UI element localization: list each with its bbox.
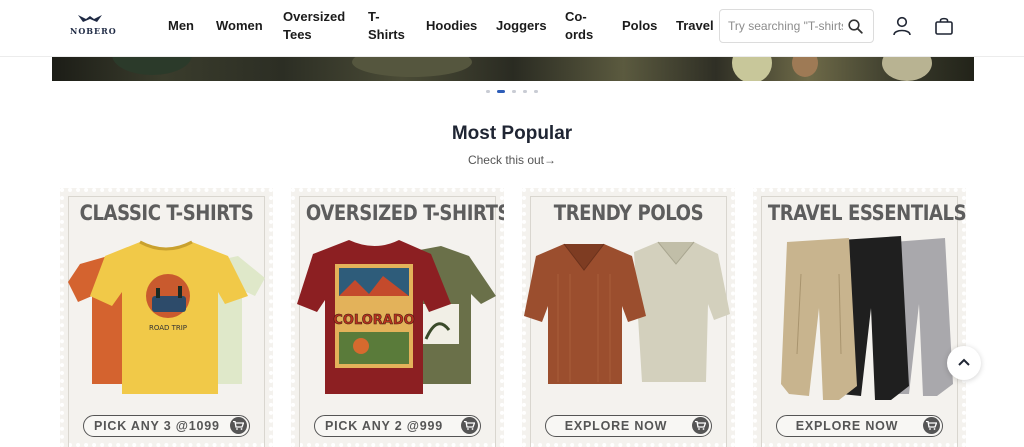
carousel-dot[interactable] — [486, 90, 490, 93]
nav-item-travel[interactable]: Travel — [676, 17, 714, 35]
cta-button[interactable]: PICK ANY 3 @1099 — [83, 415, 250, 437]
cart-icon — [461, 417, 478, 434]
category-card-oversized-tshirts[interactable]: OVERSIZED T-SHIRTS COLORADO PICK ANY 2 @… — [291, 188, 504, 447]
carousel-indicators — [486, 90, 546, 95]
joggers-image — [781, 236, 953, 400]
nav-item-men[interactable]: Men — [168, 17, 194, 35]
tshirts-image: ROAD TRIP — [68, 240, 265, 394]
card-title: TRENDY POLOS — [553, 201, 704, 225]
carousel-dot-active[interactable] — [497, 90, 505, 93]
carousel-dot[interactable] — [512, 90, 516, 93]
nav-item-joggers[interactable]: Joggers — [496, 17, 547, 35]
cta-label: EXPLORE NOW — [795, 419, 899, 433]
section-subtitle-link[interactable]: Check this out→ — [0, 153, 1024, 167]
oversized-tshirts-image: COLORADO — [297, 240, 496, 394]
card-title: OVERSIZED T-SHIRTS — [305, 201, 504, 225]
hero-banner-image[interactable] — [52, 57, 974, 81]
svg-text:ROAD TRIP: ROAD TRIP — [149, 324, 187, 332]
category-card-travel-essentials[interactable]: TRAVEL ESSENTIALS EXPLORE NOW — [753, 188, 966, 447]
cta-label: PICK ANY 3 @1099 — [94, 419, 220, 433]
shopping-bag-icon[interactable] — [934, 16, 954, 36]
nav-item-co-ords[interactable]: Co-ords — [565, 8, 599, 44]
search-input[interactable] — [728, 17, 843, 35]
cta-button[interactable]: EXPLORE NOW — [545, 415, 712, 437]
chevron-up-icon — [958, 358, 970, 366]
cta-label: PICK ANY 2 @999 — [325, 419, 443, 433]
nav-item-women[interactable]: Women — [216, 17, 263, 35]
card-title: TRAVEL ESSENTIALS — [767, 201, 966, 225]
cta-label: EXPLORE NOW — [564, 419, 668, 433]
scroll-to-top-button[interactable] — [947, 346, 981, 380]
cta-button[interactable]: EXPLORE NOW — [776, 415, 943, 437]
site-header: NOBERO Men Women Oversized Tees T-Shirts… — [0, 0, 1024, 57]
polos-image — [524, 241, 730, 384]
nav-item-hoodies[interactable]: Hoodies — [426, 17, 477, 35]
cart-icon — [923, 417, 940, 434]
card-title: CLASSIC T-SHIRTS — [79, 201, 254, 225]
search-icon[interactable] — [848, 19, 863, 34]
nav-item-polos[interactable]: Polos — [622, 17, 657, 35]
category-card-classic-tshirts[interactable]: CLASSIC T-SHIRTS ROAD TRIP PICK ANY 3 @1… — [60, 188, 273, 447]
carousel-dot[interactable] — [534, 90, 538, 93]
eagle-icon — [78, 15, 102, 22]
cart-icon — [692, 417, 709, 434]
carousel-dot[interactable] — [523, 90, 527, 93]
search-box — [719, 9, 874, 43]
brand-name: NOBERO — [70, 26, 117, 36]
colorado-print-text: COLORADO — [333, 313, 414, 328]
user-icon[interactable] — [892, 16, 912, 36]
nav-item-t-shirts[interactable]: T-Shirts — [368, 8, 406, 44]
section-title: Most Popular — [451, 123, 573, 144]
brand-logo[interactable]: NOBERO — [70, 13, 117, 41]
cart-icon — [230, 417, 247, 434]
cta-button[interactable]: PICK ANY 2 @999 — [314, 415, 481, 437]
nav-item-oversized-tees[interactable]: Oversized Tees — [283, 8, 345, 44]
category-card-trendy-polos[interactable]: TRENDY POLOS EXPLORE NOW — [522, 188, 735, 447]
